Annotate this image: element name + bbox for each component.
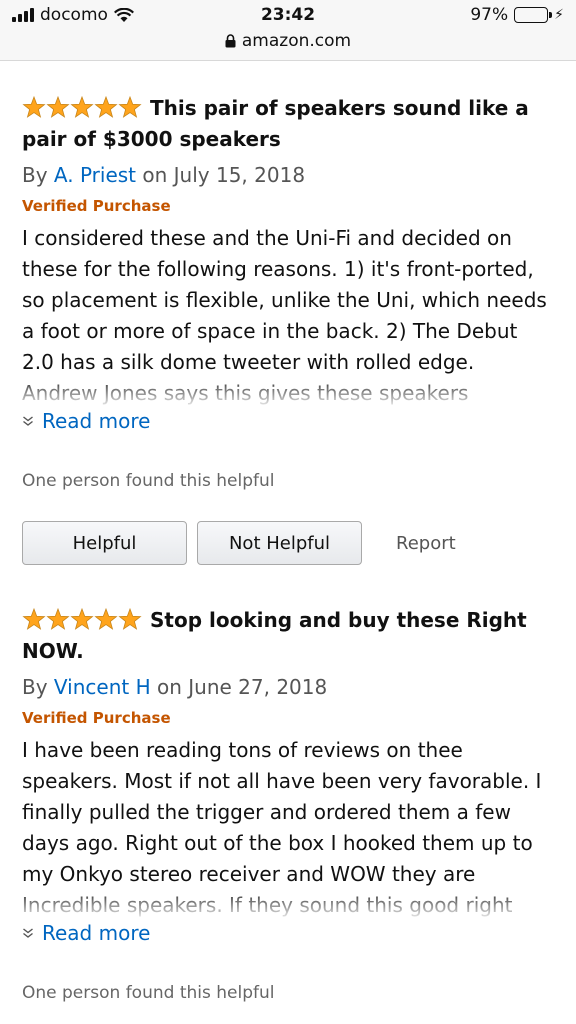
helpful-count: One person found this helpful <box>22 471 275 491</box>
verified-badge: Verified Purchase <box>22 709 171 727</box>
address-bar[interactable]: amazon.com <box>0 31 576 51</box>
helpful-count: One person found this helpful <box>22 983 275 1003</box>
review-body: I considered these and the Uni-Fi and de… <box>22 223 554 409</box>
read-more-label: Read more <box>42 921 151 945</box>
not-helpful-button[interactable]: Not Helpful <box>197 521 362 565</box>
chevron-down-icon <box>23 928 33 938</box>
star-icon <box>22 608 46 630</box>
author-link[interactable]: A. Priest <box>54 163 136 187</box>
lock-icon <box>225 34 236 48</box>
star-icon <box>70 96 94 118</box>
read-more-link[interactable]: Read more <box>22 409 554 433</box>
charging-icon: ⚡ <box>554 7 564 23</box>
battery-percent: 97% <box>470 5 509 25</box>
verified-badge: Verified Purchase <box>22 197 171 215</box>
review-title-row[interactable]: Stop looking and buy these Right NOW. <box>22 605 554 667</box>
star-rating-icon <box>22 608 142 630</box>
review-byline: By A. Priest on July 15, 2018 <box>22 163 554 187</box>
review-byline: By Vincent H on June 27, 2018 <box>22 675 554 699</box>
star-icon <box>46 96 70 118</box>
star-icon <box>46 608 70 630</box>
review-card: Stop looking and buy these Right NOW. By… <box>0 565 576 1003</box>
star-icon <box>118 608 142 630</box>
by-label: By <box>22 675 48 699</box>
battery-group: 97% ⚡ <box>470 5 564 25</box>
battery-icon <box>514 7 553 23</box>
review-card: This pair of speakers sound like a pair … <box>0 61 576 565</box>
star-icon <box>94 608 118 630</box>
star-icon <box>94 96 118 118</box>
author-link[interactable]: Vincent H <box>54 675 151 699</box>
star-rating-icon <box>22 96 142 118</box>
review-actions: Helpful Not Helpful Report <box>22 521 554 565</box>
read-more-label: Read more <box>42 409 151 433</box>
chevron-down-icon <box>23 416 33 426</box>
review-title-row[interactable]: This pair of speakers sound like a pair … <box>22 93 554 155</box>
review-date: on June 27, 2018 <box>156 675 328 699</box>
review-date: on July 15, 2018 <box>142 163 306 187</box>
star-icon <box>118 96 142 118</box>
helpful-button[interactable]: Helpful <box>22 521 187 565</box>
report-link[interactable]: Report <box>396 533 456 554</box>
by-label: By <box>22 163 48 187</box>
star-icon <box>22 96 46 118</box>
status-bar: docomo 23:42 amazon.com 97% ⚡ <box>0 0 576 61</box>
read-more-link[interactable]: Read more <box>22 921 554 945</box>
url-text: amazon.com <box>241 31 352 51</box>
review-body: I have been reading tons of reviews on t… <box>22 735 554 921</box>
star-icon <box>70 608 94 630</box>
